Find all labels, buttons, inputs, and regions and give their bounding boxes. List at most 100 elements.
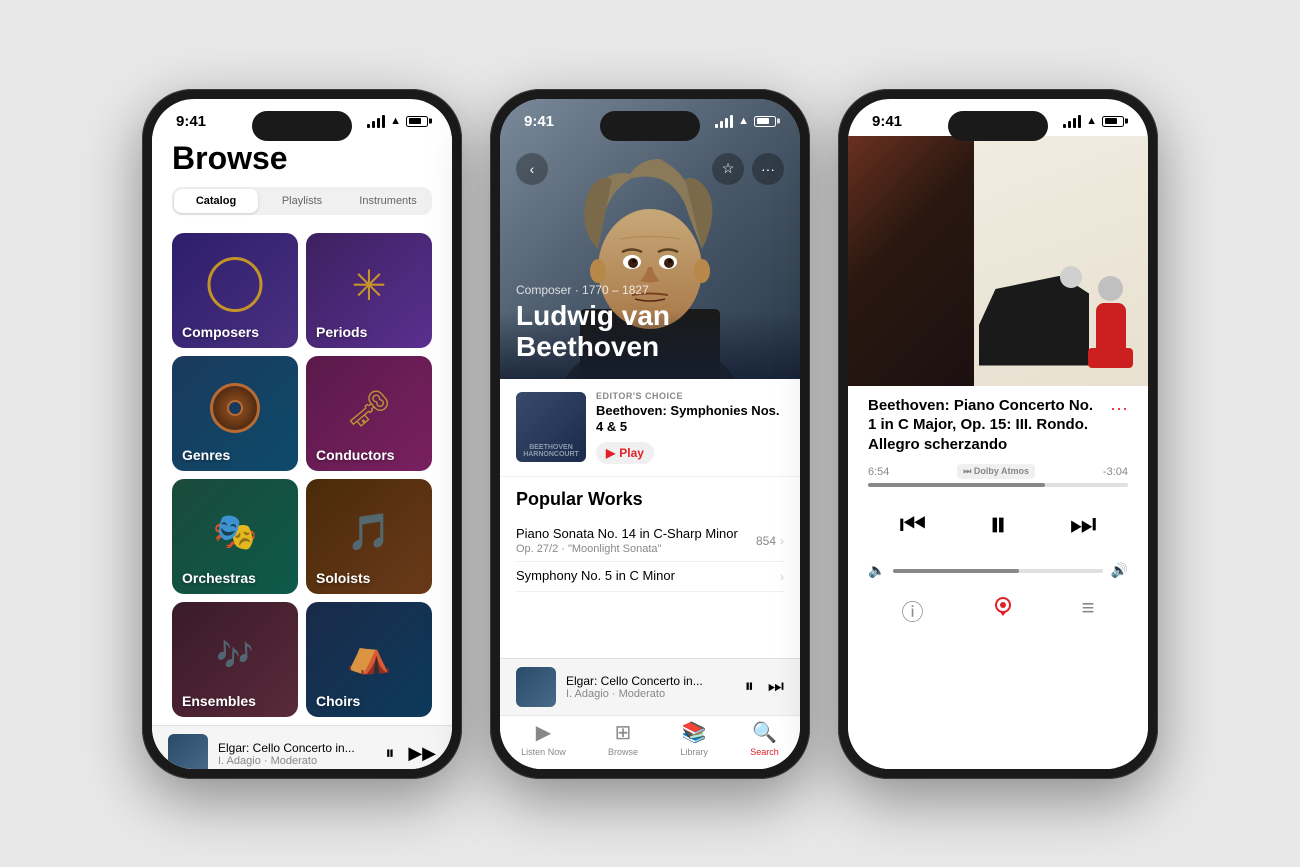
- work-count-2: ›: [780, 570, 784, 584]
- nav-search-label-2: Search: [750, 747, 779, 757]
- play-pause-button[interactable]: ⏸: [989, 503, 1007, 546]
- work-sub-1: Op. 27/2 · "Moonlight Sonata": [516, 543, 756, 555]
- grid-cell-genres[interactable]: Genres: [172, 356, 298, 471]
- now-playing-title: Elgar: Cello Concerto in...: [218, 741, 375, 755]
- airplay-button[interactable]: [991, 595, 1015, 627]
- work-title-2: Symphony No. 5 in C Minor: [516, 568, 780, 585]
- grid-cell-soloists[interactable]: 🎵 Soloists: [306, 479, 432, 594]
- status-icons-3: ▲: [1063, 115, 1124, 128]
- phone-beethoven: 9:41 ▲: [490, 89, 810, 779]
- composers-icon: [208, 257, 263, 312]
- now-playing-controls: ⏸ ▶▶: [385, 743, 436, 764]
- orchestras-label: Orchestras: [182, 570, 256, 586]
- play-button[interactable]: ▶ Play: [596, 442, 654, 464]
- volume-control: 🔈 🔊: [848, 558, 1148, 587]
- nav-browse-label-2: Browse: [608, 747, 638, 757]
- composers-label: Composers: [182, 324, 259, 340]
- status-time: 9:41: [176, 113, 206, 130]
- now-playing-subtitle: I. Adagio · Moderato: [218, 755, 375, 767]
- more-button[interactable]: ···: [1110, 396, 1128, 419]
- ensembles-icon: 🎶: [216, 638, 253, 673]
- total-time: -3:04: [1103, 466, 1128, 478]
- fast-forward-button[interactable]: ⏭: [1070, 508, 1097, 542]
- conductors-label: Conductors: [316, 447, 395, 463]
- info-button[interactable]: ⓘ: [902, 595, 924, 627]
- grid-cell-periods[interactable]: ✳ Periods: [306, 233, 432, 348]
- hero-overlay: Composer · 1770 – 1827 Ludwig van Beetho…: [500, 267, 800, 379]
- grid-cell-composers[interactable]: Composers: [172, 233, 298, 348]
- main-controls: ⏮ ⏸ ⏭: [848, 491, 1148, 558]
- nav-listen-now-2[interactable]: ▶ Listen Now: [521, 720, 566, 757]
- volume-low-icon: 🔈: [868, 562, 885, 579]
- tab-playlists[interactable]: Playlists: [260, 189, 344, 213]
- pause-button[interactable]: ⏸: [385, 743, 394, 764]
- popular-works-title: Popular Works: [516, 489, 784, 510]
- battery-icon-2: [754, 116, 776, 127]
- editors-choice-info: EDITOR'S CHOICE Beethoven: Symphonies No…: [596, 391, 784, 465]
- dynamic-island: [252, 111, 352, 141]
- star-button[interactable]: ☆: [712, 153, 744, 185]
- volume-bar[interactable]: [893, 569, 1102, 573]
- next-button-2[interactable]: ⏭: [768, 676, 784, 697]
- choirs-icon: ⛺: [347, 634, 392, 676]
- listen-now-icon-2: ▶: [536, 720, 551, 745]
- volume-fill: [893, 569, 1018, 573]
- browse-title: Browse: [172, 140, 432, 177]
- wifi-icon-3: ▲: [1086, 115, 1097, 127]
- queue-button[interactable]: ≡: [1082, 595, 1095, 627]
- now-playing-thumb: [168, 734, 208, 769]
- popular-works: Popular Works Piano Sonata No. 14 in C-S…: [500, 477, 800, 657]
- soloists-label: Soloists: [316, 570, 370, 586]
- now-playing-bar-2[interactable]: Elgar: Cello Concerto in... I. Adagio · …: [500, 658, 800, 715]
- chevron-icon-2: ›: [780, 570, 784, 584]
- play-icon: ▶: [606, 446, 615, 460]
- more-button-hero[interactable]: ···: [752, 153, 784, 185]
- nav-browse-2[interactable]: ⊞ Browse: [608, 720, 638, 757]
- ensembles-label: Ensembles: [182, 693, 256, 709]
- periods-label: Periods: [316, 324, 367, 340]
- grid-cell-choirs[interactable]: ⛺ Choirs: [306, 602, 432, 717]
- nav-library-2[interactable]: 📚 Library: [680, 720, 708, 757]
- tab-instruments[interactable]: Instruments: [346, 189, 430, 213]
- nav-listen-label-2: Listen Now: [521, 747, 566, 757]
- now-playing-subtitle-2: I. Adagio · Moderato: [566, 688, 735, 700]
- soloists-icon: 🎵: [347, 511, 392, 553]
- signal-icon: [367, 115, 385, 128]
- dolby-icon: ⏭: [963, 466, 974, 476]
- now-playing-info: Elgar: Cello Concerto in... I. Adagio · …: [218, 741, 375, 767]
- dynamic-island-3: [948, 111, 1048, 141]
- editors-choice: BEETHOVENHARNONCOURT EDITOR'S CHOICE Bee…: [500, 379, 800, 478]
- pause-button-2[interactable]: ⏸: [745, 676, 754, 697]
- editors-choice-label: EDITOR'S CHOICE: [596, 391, 784, 401]
- composer-meta: Composer · 1770 – 1827: [516, 283, 784, 297]
- battery-icon-3: [1102, 116, 1124, 127]
- next-button[interactable]: ▶▶: [408, 743, 436, 764]
- album-art: [848, 136, 1148, 386]
- progress-bar[interactable]: [868, 483, 1128, 487]
- now-playing-thumb-2: [516, 667, 556, 707]
- dynamic-island-2: [600, 111, 700, 141]
- rewind-button[interactable]: ⏮: [899, 508, 926, 542]
- status-time-3: 9:41: [872, 113, 902, 130]
- nav-search-2[interactable]: 🔍 Search: [750, 720, 779, 757]
- beethoven-hero: 9:41 ▲: [500, 99, 800, 379]
- popular-work-item-1[interactable]: Piano Sonata No. 14 in C-Sharp Minor Op.…: [516, 520, 784, 562]
- song-info: Beethoven: Piano Concerto No. 1 in C Maj…: [848, 386, 1148, 461]
- progress-section: 6:54 ⏭ Dolby Atmos -3:04: [848, 460, 1148, 491]
- back-button[interactable]: ‹: [516, 153, 548, 185]
- grid-cell-ensembles[interactable]: 🎶 Ensembles: [172, 602, 298, 717]
- grid-cell-conductors[interactable]: 🗝 Conductors: [306, 356, 432, 471]
- now-playing-title-2: Elgar: Cello Concerto in...: [566, 674, 735, 688]
- progress-fill: [868, 483, 1045, 487]
- choirs-label: Choirs: [316, 693, 360, 709]
- signal-icon-3: [1063, 115, 1081, 128]
- library-icon-2: 📚: [682, 720, 707, 745]
- work-count-1: 854 ›: [756, 534, 784, 548]
- tab-catalog[interactable]: Catalog: [174, 189, 258, 213]
- status-icons-2: ▲: [715, 115, 776, 128]
- popular-work-item-2[interactable]: Symphony No. 5 in C Minor ›: [516, 562, 784, 592]
- now-playing-bar[interactable]: Elgar: Cello Concerto in... I. Adagio · …: [152, 725, 452, 769]
- battery-icon: [406, 116, 428, 127]
- wifi-icon-2: ▲: [738, 115, 749, 127]
- grid-cell-orchestras[interactable]: 🎭 Orchestras: [172, 479, 298, 594]
